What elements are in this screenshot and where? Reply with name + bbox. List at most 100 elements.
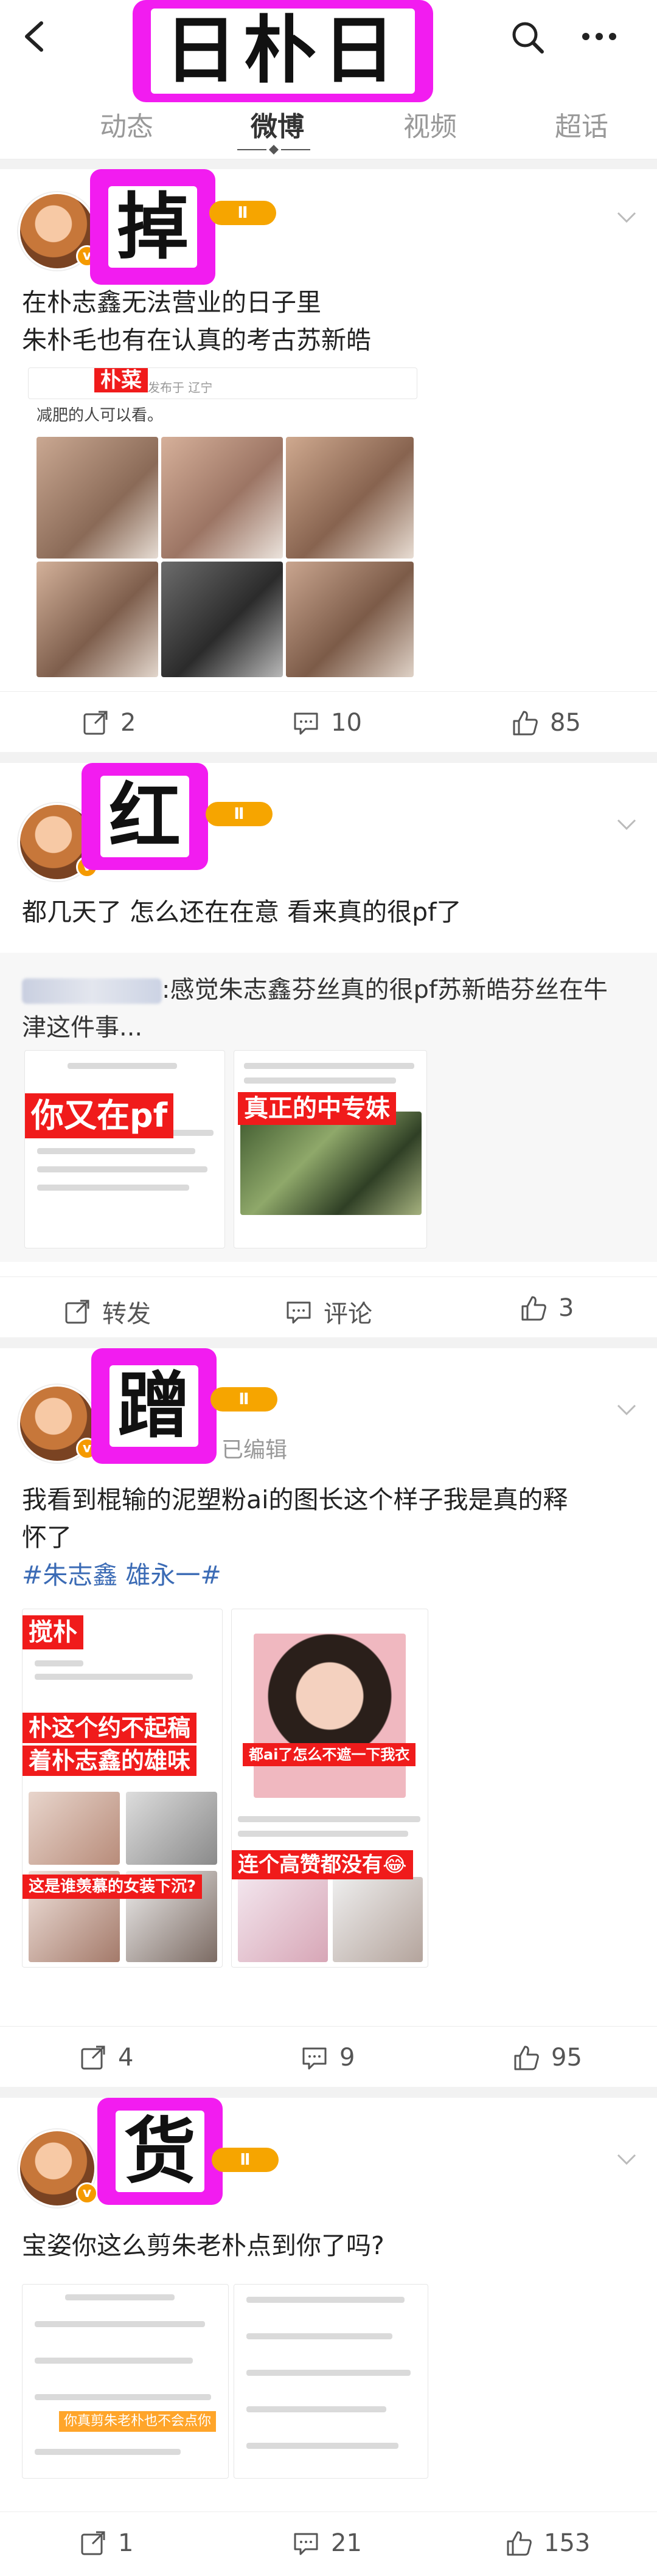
like-count: 95 [551, 2044, 582, 2072]
search-icon[interactable] [510, 19, 545, 55]
comment-count: 评论 [324, 1300, 372, 1328]
overlay-caption: 都ai了怎么不遮一下我衣 [243, 1743, 416, 1766]
comment-button[interactable]: 9 [301, 2044, 355, 2072]
overlay-caption: 连个高赞都没有😂 [232, 1850, 413, 1879]
comment-button[interactable]: 评论 [285, 1294, 372, 1329]
post-text: 宝姿你这么剪朱老朴点到你了吗? [22, 2227, 635, 2264]
like-button[interactable]: 85 [511, 709, 581, 737]
post-text: 在朴志鑫无法营业的日子里 朱朴毛也有在认真的考古苏新皓 [22, 284, 635, 359]
sticker-text: 蹭 [109, 1365, 198, 1447]
post-image[interactable]: 搅朴 朴这个约不起稿 着朴志鑫的雄味 这是谁羡慕的女装下沉? [22, 1609, 223, 1968]
tab-supertopic[interactable]: 超话 [555, 105, 608, 144]
like-count: 85 [550, 709, 581, 737]
embed-name-tag: 朴菜 [94, 368, 148, 392]
post-text-line: 宝姿你这么剪朱老朴点到你了吗? [22, 2231, 384, 2260]
repost-count: 1 [118, 2529, 134, 2557]
avatar[interactable]: v [18, 2129, 98, 2207]
overlay-caption: 你又在pf [25, 1093, 174, 1138]
like-button[interactable]: 95 [512, 2044, 582, 2072]
overlay-caption: 搅朴 [23, 1615, 83, 1649]
repost-icon [81, 2531, 105, 2555]
repost-icon [81, 2045, 105, 2070]
post-card: v 红 Ⅱ 都几天了 怎么还在在意 看来真的很pf了 :感觉朱志鑫芬丝真的很pf… [0, 763, 657, 1337]
post-text-line: 朱朴毛也有在认真的考古苏新皓 [22, 325, 371, 355]
comment-button[interactable]: 10 [292, 709, 362, 737]
reposted-content[interactable]: :感觉朱志鑫芬丝真的很pf苏新皓芬丝在牛 津这件事... 你又在pf 真正的中专… [0, 953, 657, 1262]
sticker-overlay: 红 [82, 763, 208, 870]
quote-line: :感觉朱志鑫芬丝真的很pf苏新皓芬丝在牛 [162, 976, 608, 1004]
blurred-username [22, 978, 162, 1004]
comment-icon [302, 2047, 327, 2070]
comment-count: 9 [339, 2044, 355, 2072]
back-icon[interactable] [17, 18, 54, 55]
verified-icon: v [76, 2182, 98, 2204]
overlay-caption: 这是谁羡慕的女装下沉? [23, 1875, 203, 1899]
repost-button[interactable]: 转发 [63, 1294, 151, 1329]
level-badge: Ⅱ [206, 802, 273, 826]
quoted-image[interactable]: 你又在pf [24, 1050, 225, 1248]
overlay-caption: 你真剪朱老朴也不会点你 [59, 2411, 217, 2432]
like-button[interactable]: 153 [505, 2529, 590, 2557]
like-icon [507, 2531, 532, 2556]
chevron-down-icon[interactable] [614, 812, 639, 836]
chevron-down-icon[interactable] [614, 1397, 639, 1421]
post-image[interactable] [234, 2284, 428, 2479]
quoted-image[interactable]: 真正的中专妹 [234, 1050, 427, 1248]
repost-button[interactable]: 2 [82, 709, 136, 737]
quoted-text: :感觉朱志鑫芬丝真的很pf苏新皓芬丝在牛 津这件事... [22, 971, 635, 1046]
comment-icon [287, 1301, 311, 1324]
post-actions: 4 9 95 [0, 2026, 657, 2087]
like-count: 3 [558, 1294, 574, 1322]
repost-icon [65, 1300, 89, 1324]
like-icon [513, 711, 538, 736]
grid-photo[interactable] [161, 562, 283, 677]
level-badge: Ⅱ [209, 201, 276, 225]
comment-count: 10 [331, 709, 362, 737]
quote-line: 津这件事... [22, 1014, 143, 1042]
like-button[interactable]: 3 [520, 1294, 574, 1322]
grid-photo[interactable] [286, 437, 414, 559]
tab-weibo[interactable]: 微博 [251, 105, 304, 144]
post-image[interactable]: 你真剪朱老朴也不会点你 [22, 2284, 229, 2479]
tab-indicator [237, 145, 310, 155]
comment-button[interactable]: 21 [292, 2529, 362, 2557]
overlay-caption: 着朴志鑫的雄味 [23, 1746, 197, 1776]
like-icon [521, 1296, 546, 1321]
repost-count: 4 [118, 2044, 134, 2072]
like-count: 153 [544, 2529, 591, 2557]
embed-meta: 发布于 辽宁 [148, 380, 213, 395]
embed-caption: 减肥的人可以看。 [36, 406, 164, 425]
post-text-line: 我看到棍输的泥塑粉ai的图长这个样子我是真的释 [22, 1485, 568, 1514]
repost-count: 转发 [102, 1300, 151, 1328]
repost-button[interactable]: 4 [79, 2044, 133, 2072]
tab-dynamic[interactable]: 动态 [100, 105, 153, 144]
grid-photo[interactable] [36, 562, 158, 677]
avatar[interactable]: v [18, 1385, 98, 1463]
post-card: v 掉 Ⅱ 在朴志鑫无法营业的日子里 朱朴毛也有在认真的考古苏新皓 朴菜 发布于… [0, 169, 657, 752]
post-text-line: 怀了 [22, 1523, 72, 1552]
post-actions: 2 10 85 [0, 691, 657, 752]
post-actions: 1 21 153 [0, 2512, 657, 2572]
sticker-overlay: 蹭 [91, 1348, 217, 1464]
sticker-text: 掉 [108, 186, 197, 268]
comment-icon [294, 2533, 318, 2555]
level-badge: Ⅱ [212, 2148, 279, 2172]
comment-count: 21 [331, 2529, 362, 2557]
grid-photo[interactable] [36, 437, 158, 559]
repost-button[interactable]: 1 [79, 2529, 133, 2557]
title-sticker: 日朴日 [133, 0, 433, 102]
sticker-overlay: 货 [97, 2098, 223, 2205]
sticker-text: 红 [100, 776, 189, 857]
post-image[interactable]: 都ai了怎么不遮一下我衣 连个高赞都没有😂 [231, 1609, 428, 1968]
chevron-down-icon[interactable] [614, 2146, 639, 2171]
grid-photo[interactable] [286, 562, 414, 677]
chevron-down-icon[interactable] [614, 204, 639, 229]
repost-count: 2 [120, 709, 136, 737]
grid-photo[interactable] [161, 437, 283, 559]
overlay-caption: 真正的中专妹 [238, 1092, 396, 1125]
overlay-caption: 朴这个约不起稿 [23, 1713, 197, 1743]
more-icon[interactable] [581, 30, 617, 43]
tab-video[interactable]: 视频 [403, 105, 457, 144]
avatar[interactable]: v [18, 192, 98, 270]
hashtag-link[interactable]: #朱志鑫 雄永一# [22, 1556, 635, 1594]
